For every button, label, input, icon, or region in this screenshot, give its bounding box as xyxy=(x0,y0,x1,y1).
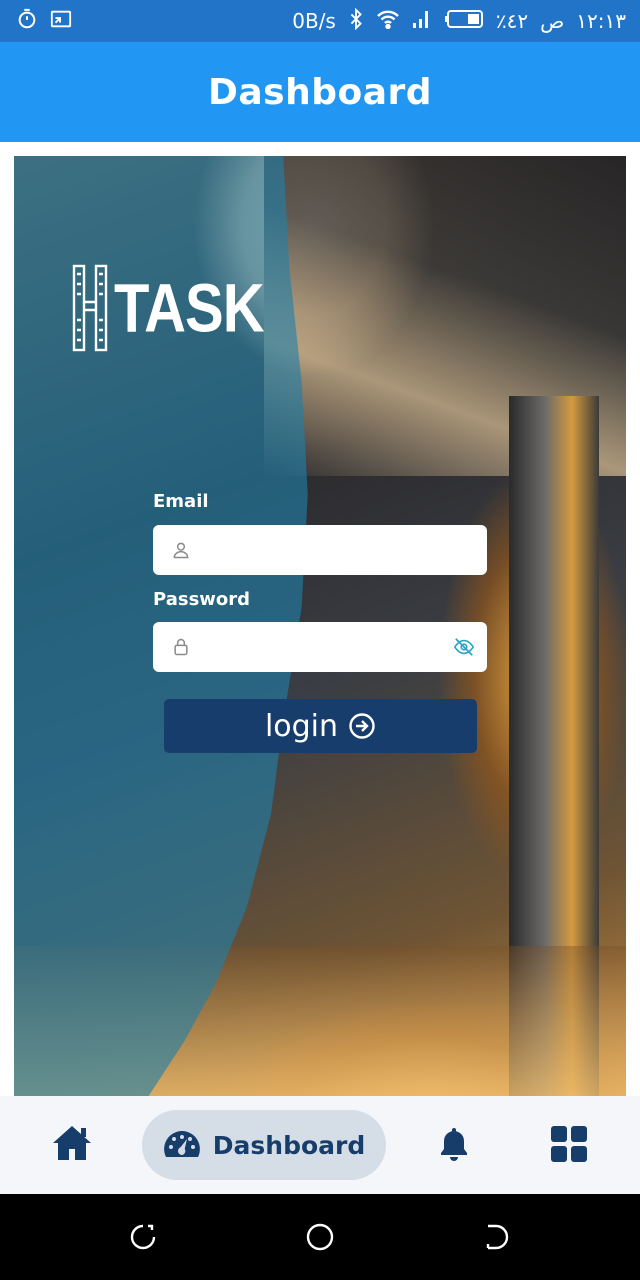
status-bar: 0B/s ٪٤٢ ص ١٢:١٣ xyxy=(0,0,640,42)
nav-notifications[interactable] xyxy=(434,1123,474,1165)
status-right: 0B/s ٪٤٢ ص ١٢:١٣ xyxy=(292,7,626,35)
email-input[interactable] xyxy=(191,525,475,575)
nav-dashboard[interactable]: Dashboard xyxy=(142,1110,386,1180)
logo-h-building-icon xyxy=(72,264,108,352)
home-circle-icon xyxy=(306,1223,334,1251)
bell-icon xyxy=(441,1128,467,1161)
home-icon xyxy=(53,1126,91,1160)
nav-dashboard-label: Dashboard xyxy=(212,1130,366,1160)
lock-icon xyxy=(174,638,188,656)
password-label: Password xyxy=(153,589,251,610)
back-icon xyxy=(486,1224,509,1250)
email-field[interactable] xyxy=(153,525,487,575)
password-input[interactable] xyxy=(191,622,453,672)
grid-icon xyxy=(551,1126,587,1162)
eye-off-icon[interactable] xyxy=(453,636,475,658)
app-logo: TASK xyxy=(72,260,265,356)
time-period: ص xyxy=(540,9,565,33)
recent-apps-button[interactable] xyxy=(128,1222,158,1252)
bluetooth-icon xyxy=(348,7,364,35)
user-icon xyxy=(173,542,189,559)
home-system-button[interactable] xyxy=(305,1222,335,1252)
login-button[interactable]: login xyxy=(164,699,477,753)
bottom-navigation: Dashboard xyxy=(0,1096,640,1194)
page-title: Dashboard xyxy=(207,71,433,113)
net-speed: 0B/s xyxy=(292,9,336,33)
battery-icon xyxy=(444,9,484,34)
system-navigation-bar xyxy=(0,1194,640,1280)
arrow-right-circle-icon xyxy=(349,713,375,739)
login-button-label: login xyxy=(264,708,339,744)
nav-menu[interactable] xyxy=(548,1123,590,1165)
clock-time: ١٢:١٣ xyxy=(576,9,626,33)
logo-text: TASK xyxy=(114,269,265,347)
signal-icon xyxy=(412,9,432,34)
dashboard-gauge-icon xyxy=(163,1131,200,1157)
email-label: Email xyxy=(153,491,209,512)
back-button[interactable] xyxy=(482,1222,512,1252)
password-field[interactable] xyxy=(153,622,487,672)
status-left xyxy=(16,8,72,35)
wifi-icon xyxy=(376,9,400,34)
nav-home[interactable] xyxy=(50,1121,94,1165)
battery-percent: ٪٤٢ xyxy=(495,9,529,33)
screen-cast-icon xyxy=(50,8,72,35)
timer-icon xyxy=(16,8,38,35)
recent-apps-icon xyxy=(130,1224,156,1250)
app-bar: Dashboard xyxy=(0,42,640,142)
